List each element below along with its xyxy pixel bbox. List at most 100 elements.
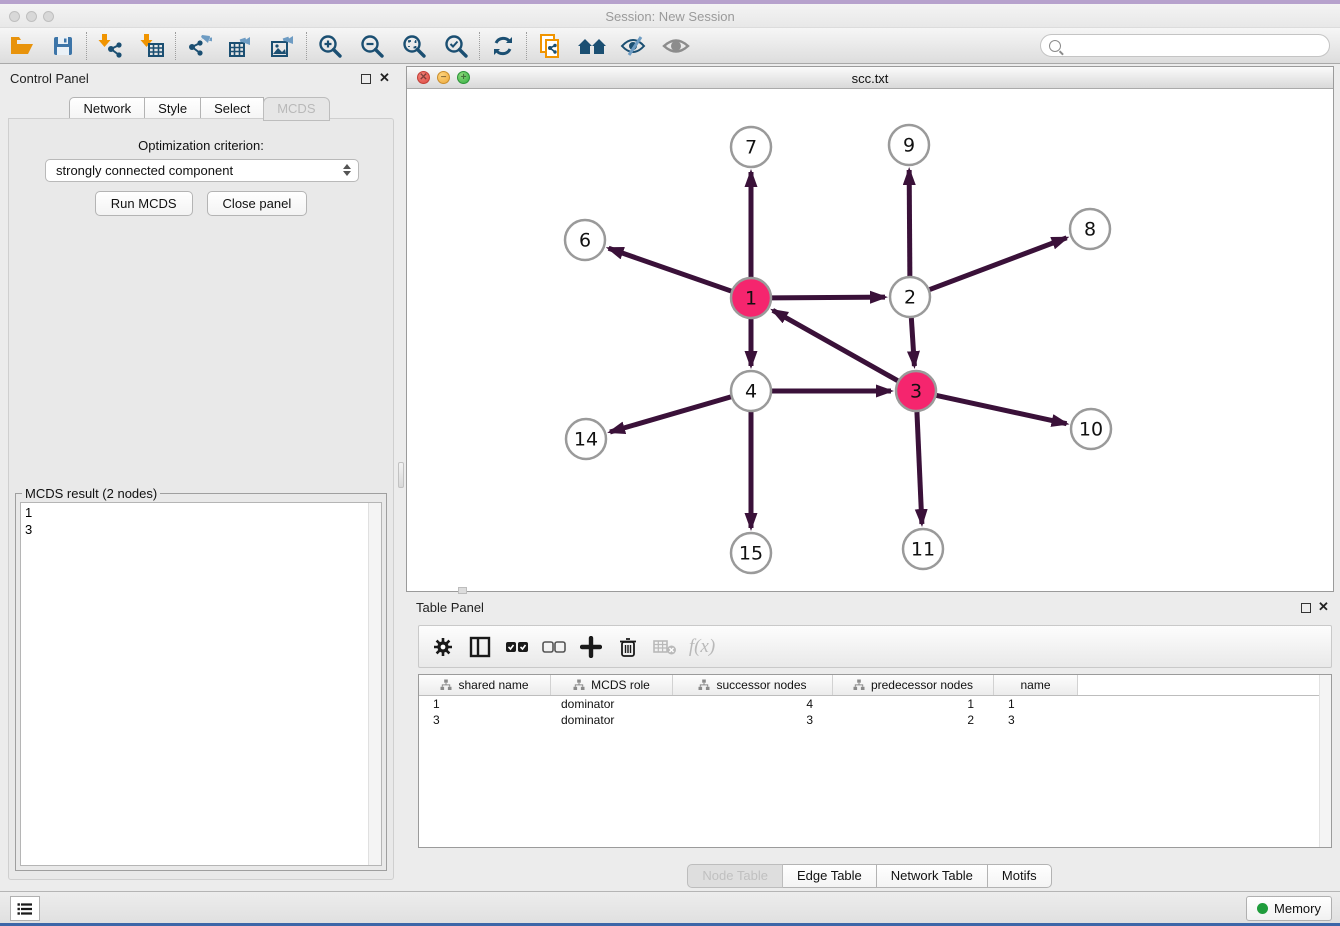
- table-cell[interactable]: 3: [994, 712, 1078, 728]
- column-header-shared-name[interactable]: shared name: [419, 675, 551, 695]
- table-panel-close-icon[interactable]: ✕: [1318, 602, 1329, 612]
- graph-edge-2-9[interactable]: [909, 170, 910, 276]
- graph-edge-3-1[interactable]: [773, 310, 898, 380]
- graph-node-4[interactable]: 4: [731, 371, 771, 411]
- control-panel-float-icon[interactable]: [361, 74, 371, 84]
- network-window-titlebar[interactable]: ✕ − + scc.txt: [407, 67, 1333, 89]
- network-graph: 7 9 6 8 1 2 4 3 14 10 15 11: [407, 89, 1333, 591]
- open-session-button[interactable]: [0, 29, 42, 63]
- graph-node-11[interactable]: 11: [903, 529, 943, 569]
- table-panel-float-icon[interactable]: [1301, 603, 1311, 613]
- zoom-selected-icon: [443, 33, 469, 59]
- graph-node-2[interactable]: 2: [890, 277, 930, 317]
- splitter-handle[interactable]: [398, 462, 404, 488]
- graph-node-label: 11: [911, 539, 935, 561]
- graph-edge-3-11[interactable]: [917, 412, 922, 524]
- criterion-select[interactable]: strongly connected component: [45, 159, 359, 182]
- function-builder-button[interactable]: f(x): [688, 633, 716, 661]
- column-header-label: MCDS role: [591, 678, 650, 692]
- column-header-successor-nodes[interactable]: successor nodes: [673, 675, 833, 695]
- app-titlebar: Session: New Session: [0, 4, 1340, 28]
- column-header-name[interactable]: name: [994, 675, 1078, 695]
- control-panel-close-icon[interactable]: ✕: [379, 73, 390, 83]
- tab-mcds[interactable]: MCDS: [263, 97, 329, 121]
- table-cell[interactable]: 1: [994, 696, 1078, 712]
- export-network-button[interactable]: [178, 29, 220, 63]
- graph-node-15[interactable]: 15: [731, 533, 771, 573]
- table-cell[interactable]: 3: [419, 712, 551, 728]
- tab-node-table[interactable]: Node Table: [687, 864, 783, 888]
- open-folder-icon: [8, 33, 34, 59]
- save-session-button[interactable]: [42, 29, 84, 63]
- delete-table-button[interactable]: [651, 633, 679, 661]
- table-cell[interactable]: 4: [673, 696, 833, 712]
- graph-node-label: 15: [739, 543, 763, 565]
- clear-checks-button[interactable]: [540, 633, 568, 661]
- search-input[interactable]: [1066, 39, 1329, 53]
- search-box: [1040, 34, 1330, 57]
- settings-gear-button[interactable]: [429, 633, 457, 661]
- memory-button[interactable]: Memory: [1246, 896, 1332, 921]
- run-mcds-button[interactable]: Run MCDS: [95, 191, 193, 216]
- column-namespace-icon: [853, 679, 865, 691]
- graph-node-14[interactable]: 14: [566, 419, 606, 459]
- graph-node-7[interactable]: 7: [731, 127, 771, 167]
- zoom-out-button[interactable]: [351, 29, 393, 63]
- table-cell[interactable]: 1: [419, 696, 551, 712]
- graph-edge-1-2[interactable]: [772, 297, 885, 298]
- table-cell[interactable]: 1: [833, 696, 994, 712]
- graph-node-8[interactable]: 8: [1070, 209, 1110, 249]
- import-table-button[interactable]: [131, 29, 173, 63]
- tab-network-table[interactable]: Network Table: [876, 864, 988, 888]
- zoom-in-button[interactable]: [309, 29, 351, 63]
- graph-node-3[interactable]: 3: [896, 371, 936, 411]
- import-network-button[interactable]: [89, 29, 131, 63]
- zoom-fit-button[interactable]: [393, 29, 435, 63]
- show-hidden-button[interactable]: [655, 29, 697, 63]
- select-all-checks-button[interactable]: [503, 633, 531, 661]
- graph-edge-3-10[interactable]: [937, 395, 1067, 423]
- network-view-window: ✕ − + scc.txt 7 9 6 8 1 2 4 3 14 10 15 11: [406, 66, 1334, 592]
- select-stepper-icon: [343, 164, 351, 176]
- refresh-layout-button[interactable]: [482, 29, 524, 63]
- column-header-MCDS-role[interactable]: MCDS role: [551, 675, 673, 695]
- graph-node-6[interactable]: 6: [565, 220, 605, 260]
- export-table-button[interactable]: [220, 29, 262, 63]
- column-header-predecessor-nodes[interactable]: predecessor nodes: [833, 675, 994, 695]
- node-table: shared name MCDS role successor nodesprede…: [418, 674, 1332, 848]
- import-network-icon: [97, 33, 123, 59]
- network-resize-grip[interactable]: [458, 587, 467, 594]
- zoom-selected-button[interactable]: [435, 29, 477, 63]
- mcds-result-scrollbar[interactable]: [368, 503, 381, 865]
- table-cell[interactable]: 3: [673, 712, 833, 728]
- network-home-button[interactable]: [571, 29, 613, 63]
- delete-entry-button[interactable]: [614, 633, 642, 661]
- graph-edge-2-8[interactable]: [930, 238, 1067, 290]
- graph-node-10[interactable]: 10: [1071, 409, 1111, 449]
- add-entry-button[interactable]: [577, 633, 605, 661]
- graph-edge-2-3[interactable]: [911, 318, 914, 366]
- eye-slash-icon: [620, 33, 648, 59]
- graph-node-9[interactable]: 9: [889, 125, 929, 165]
- table-scrollbar[interactable]: [1319, 675, 1331, 847]
- export-image-button[interactable]: [262, 29, 304, 63]
- graph-node-label: 2: [904, 287, 916, 309]
- tab-edge-table[interactable]: Edge Table: [782, 864, 877, 888]
- mcds-result-text[interactable]: 1 3: [20, 502, 382, 866]
- export-image-icon: [270, 33, 296, 59]
- close-panel-button[interactable]: Close panel: [207, 191, 308, 216]
- table-cell[interactable]: dominator: [551, 696, 673, 712]
- network-canvas[interactable]: 7 9 6 8 1 2 4 3 14 10 15 11: [407, 89, 1333, 591]
- graph-node-1[interactable]: 1: [731, 278, 771, 318]
- show-column-panel-button[interactable]: [466, 633, 494, 661]
- table-row[interactable]: 1dominator411: [419, 696, 1331, 712]
- table-row[interactable]: 3dominator323: [419, 712, 1331, 728]
- table-cell[interactable]: 2: [833, 712, 994, 728]
- graph-edge-1-6[interactable]: [609, 248, 732, 291]
- tab-motifs[interactable]: Motifs: [987, 864, 1052, 888]
- clone-network-button[interactable]: [529, 29, 571, 63]
- task-history-button[interactable]: [10, 896, 40, 921]
- hide-selected-button[interactable]: [613, 29, 655, 63]
- graph-edge-4-14[interactable]: [610, 397, 731, 432]
- table-cell[interactable]: dominator: [551, 712, 673, 728]
